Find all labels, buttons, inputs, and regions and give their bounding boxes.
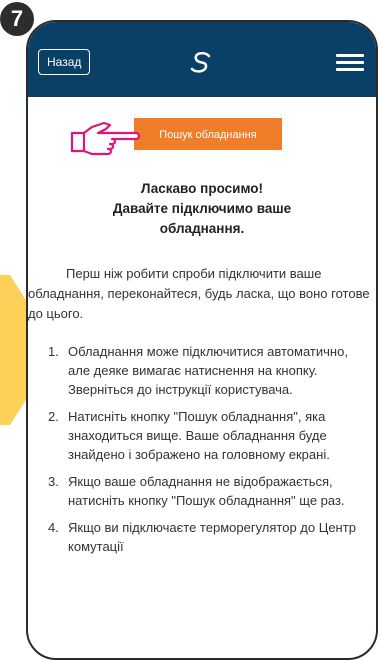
phone-frame: Назад Пошук обладнання Ласкаво просимо! … [26,20,378,660]
list-item-text: Натисніть кнопку "Пошук обладнання", яка… [68,409,330,462]
main-content: Пошук обладнання Ласкаво просимо! Давайт… [28,97,376,658]
search-devices-button[interactable]: Пошук обладнання [134,118,282,150]
intro-text: Перш ніж робити спроби підключити ваше о… [28,266,370,321]
hamburger-menu-icon[interactable] [336,54,364,71]
list-item-number: 1. [48,344,59,359]
welcome-heading: Ласкаво просимо! Давайте підключимо ваше… [28,179,376,239]
list-item-number: 3. [48,474,59,489]
list-item: 2. Натисніть кнопку "Пошук обладнання", … [48,407,366,464]
list-item-number: 4. [48,520,59,535]
step-number-badge: 7 [0,2,34,36]
list-item-text: Якщо ваше обладнання не відображається, … [68,474,345,508]
list-item-number: 2. [48,409,59,424]
instruction-list: 1. Обладнання може підключитися автомати… [48,342,366,564]
welcome-line-3: обладнання. [159,221,245,236]
logo-icon[interactable] [188,52,214,74]
list-item: 3. Якщо ваше обладнання не відображаєтьс… [48,472,366,510]
welcome-line-2: Давайте підключимо ваше [112,201,292,216]
list-item: 4. Якщо ви підключаєте терморегулятор до… [48,518,366,556]
pointing-hand-icon [70,121,141,156]
header-bar: Назад [28,22,376,97]
welcome-line-1: Ласкаво просимо! [140,181,264,196]
list-item: 1. Обладнання може підключитися автомати… [48,342,366,399]
list-item-text: Обладнання може підключитися автоматично… [68,344,348,397]
back-button[interactable]: Назад [38,49,91,75]
list-item-text: Якщо ви підключаєте терморегулятор до Це… [68,520,356,554]
